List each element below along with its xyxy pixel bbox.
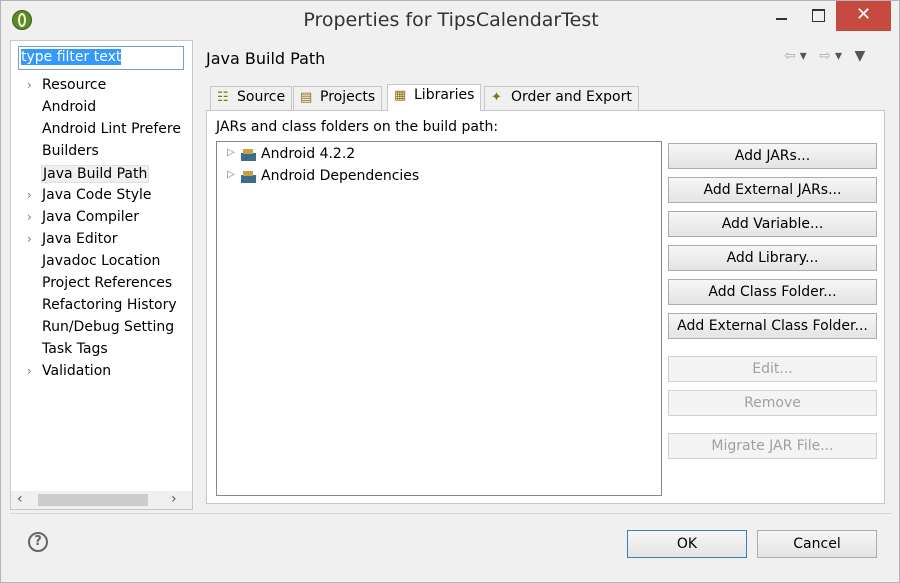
- scroll-left-icon[interactable]: ‹: [17, 491, 23, 507]
- nav-item-run-debug-settings[interactable]: Run/Debug Setting: [11, 318, 192, 340]
- back-dropdown-icon[interactable]: ▾: [800, 48, 811, 64]
- filter-text: type filter text: [21, 49, 122, 65]
- cancel-button[interactable]: Cancel: [757, 530, 877, 558]
- nav-item-android[interactable]: Android: [11, 98, 192, 120]
- tab-libraries[interactable]: ▦ Libraries: [387, 84, 482, 111]
- tree-item-android-sdk[interactable]: ▷ Android 4.2.2: [217, 144, 657, 166]
- chevron-right-icon[interactable]: ›: [27, 78, 32, 92]
- scrollbar-thumb[interactable]: [38, 494, 148, 506]
- order-export-icon: ✦: [491, 90, 502, 105]
- nav-item-java-editor[interactable]: › Java Editor: [11, 230, 192, 252]
- nav-item-java-code-style[interactable]: › Java Code Style: [11, 186, 192, 208]
- chevron-right-icon[interactable]: ›: [27, 232, 32, 246]
- chevron-right-icon[interactable]: ›: [27, 188, 32, 202]
- source-folder-icon: ☷: [217, 90, 229, 105]
- library-container-icon: [241, 149, 256, 161]
- close-icon: ✕: [855, 4, 872, 25]
- library-tree[interactable]: ▷ Android 4.2.2 ▷ Android Dependencies: [216, 141, 662, 496]
- page-title: Java Build Path: [206, 49, 326, 68]
- chevron-right-icon[interactable]: ›: [27, 364, 32, 378]
- help-icon[interactable]: ?: [28, 532, 48, 552]
- footer-divider: [10, 513, 892, 514]
- title-bar: Properties for TipsCalendarTest ✕: [1, 1, 899, 39]
- tab-projects[interactable]: ▤ Projects: [293, 86, 383, 110]
- add-variable-button[interactable]: Add Variable...: [668, 211, 877, 237]
- nav-item-task-tags[interactable]: Task Tags: [11, 340, 192, 362]
- add-external-class-folder-button[interactable]: Add External Class Folder...: [668, 313, 877, 339]
- add-library-button[interactable]: Add Library...: [668, 245, 877, 271]
- nav-item-resource[interactable]: › Resource: [11, 76, 192, 98]
- chevron-right-icon[interactable]: ›: [27, 210, 32, 224]
- back-arrow-icon[interactable]: ⇦: [784, 48, 800, 64]
- properties-dialog: Properties for TipsCalendarTest ✕ type f…: [0, 0, 900, 583]
- filter-input[interactable]: type filter text: [18, 46, 184, 70]
- nav-item-project-references[interactable]: Project References: [11, 274, 192, 296]
- projects-icon: ▤: [300, 90, 313, 105]
- nav-item-java-build-path[interactable]: Java Build Path: [11, 164, 192, 186]
- maximize-button[interactable]: [801, 1, 835, 31]
- view-menu-icon[interactable]: ▼: [854, 48, 869, 64]
- tab-order-and-export[interactable]: ✦ Order and Export: [484, 86, 639, 110]
- nav-item-javadoc-location[interactable]: Javadoc Location: [11, 252, 192, 274]
- forward-dropdown-icon[interactable]: ▾: [835, 48, 846, 64]
- library-icon: ▦: [394, 88, 407, 103]
- library-container-icon: [241, 171, 256, 183]
- scroll-right-icon[interactable]: ›: [171, 491, 177, 507]
- nav-item-validation[interactable]: › Validation: [11, 362, 192, 384]
- history-nav: ⇦▾ ⇨▾ ▼: [784, 48, 869, 64]
- add-jars-button[interactable]: Add JARs...: [668, 143, 877, 169]
- tree-item-android-dependencies[interactable]: ▷ Android Dependencies: [217, 166, 657, 188]
- build-path-label: JARs and class folders on the build path…: [216, 119, 499, 135]
- nav-item-android-lint[interactable]: Android Lint Prefere: [11, 120, 192, 142]
- minimize-button[interactable]: [765, 1, 799, 31]
- expand-icon[interactable]: ▷: [227, 169, 235, 180]
- nav-item-refactoring-history[interactable]: Refactoring History: [11, 296, 192, 318]
- edit-button[interactable]: Edit...: [668, 356, 877, 382]
- add-external-jars-button[interactable]: Add External JARs...: [668, 177, 877, 203]
- horizontal-scrollbar[interactable]: ‹ ›: [11, 491, 192, 509]
- migrate-jar-button[interactable]: Migrate JAR File...: [668, 433, 877, 459]
- add-class-folder-button[interactable]: Add Class Folder...: [668, 279, 877, 305]
- nav-item-builders[interactable]: Builders: [11, 142, 192, 164]
- close-button[interactable]: ✕: [836, 1, 891, 31]
- nav-item-java-compiler[interactable]: › Java Compiler: [11, 208, 192, 230]
- preference-nav-panel: type filter text › Resource Android Andr…: [10, 40, 193, 510]
- ok-button[interactable]: OK: [627, 530, 747, 558]
- expand-icon[interactable]: ▷: [227, 147, 235, 158]
- remove-button[interactable]: Remove: [668, 390, 877, 416]
- tab-source[interactable]: ☷ Source: [210, 86, 293, 110]
- forward-arrow-icon[interactable]: ⇨: [819, 48, 835, 64]
